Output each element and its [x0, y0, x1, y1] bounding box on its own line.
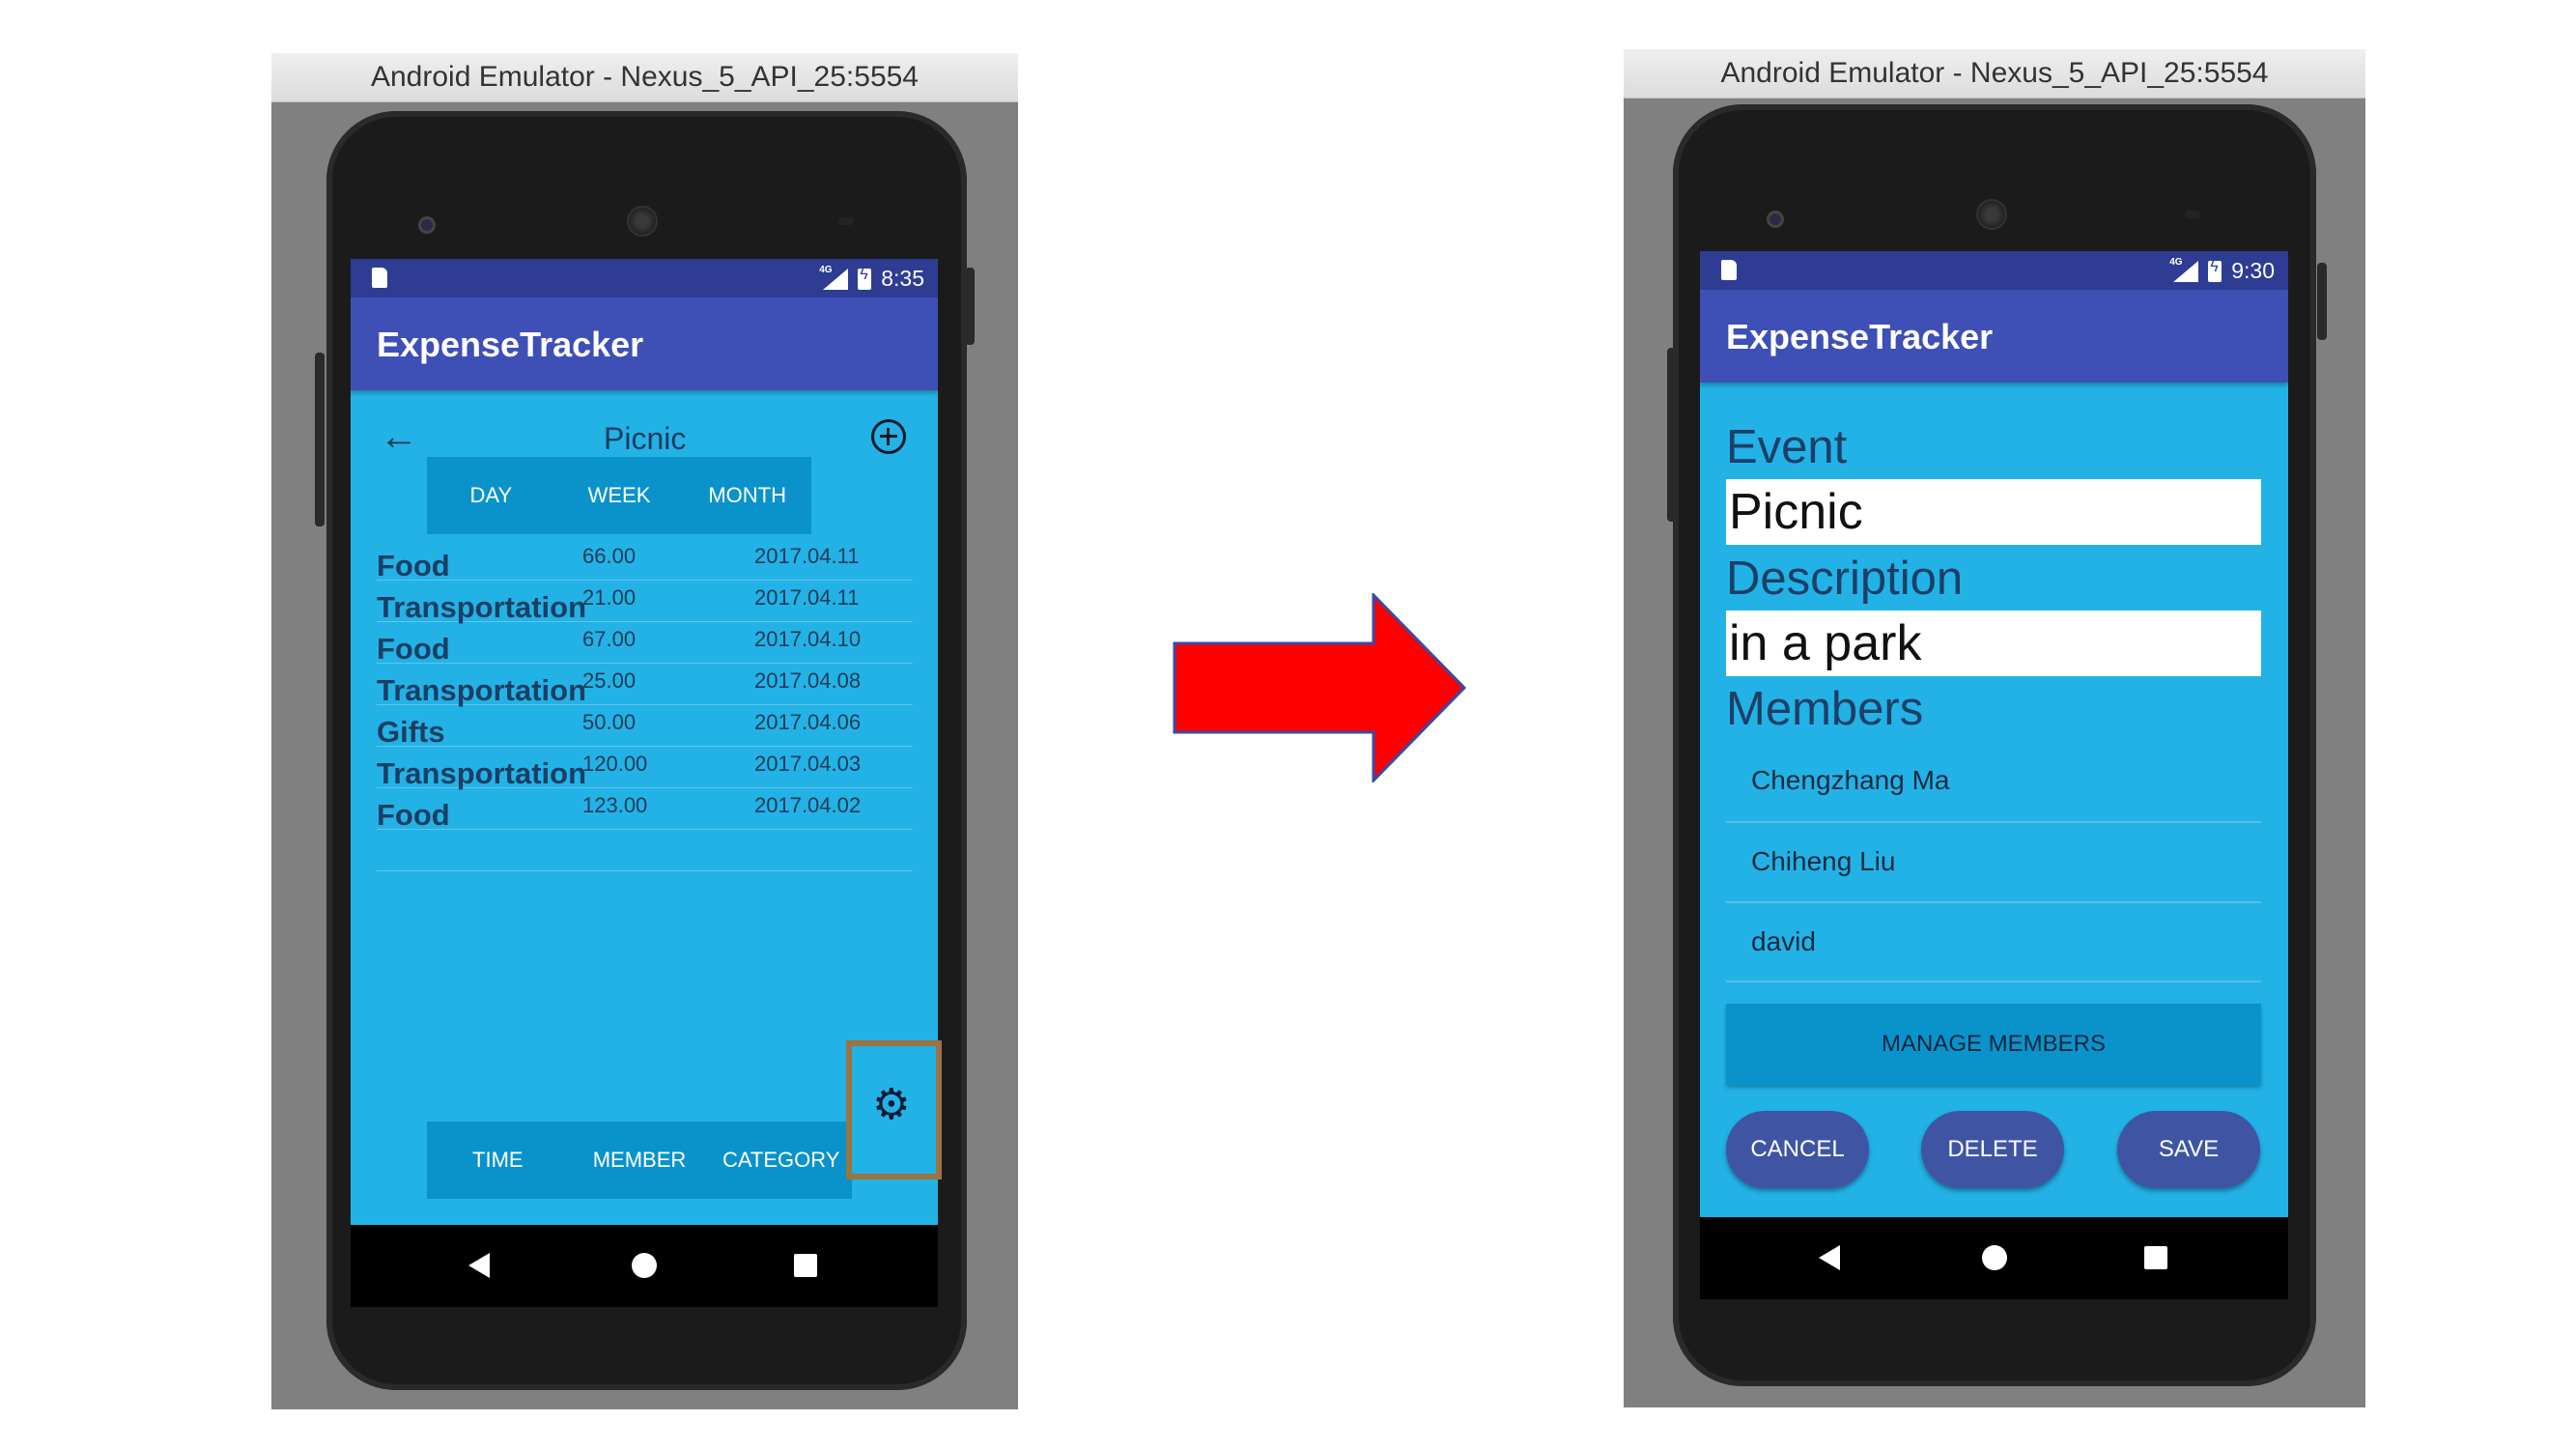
expense-category: Transportation [377, 756, 587, 790]
expense-list: Food 66.00 2017.04.11 Transportation 21.… [377, 539, 913, 877]
tab-week[interactable]: WEEK [555, 457, 684, 534]
manage-members-button[interactable]: MANAGE MEMBERS [1726, 1004, 2261, 1085]
members-label: Members [1726, 683, 1924, 735]
expense-category: Food [377, 798, 450, 832]
expense-row[interactable]: Food 123.00 2017.04.02 [377, 788, 913, 832]
network-type: 4G [2169, 256, 2183, 268]
navigation-bar [1700, 1217, 2288, 1299]
power-button [2317, 263, 2327, 340]
earpiece-speaker [1976, 199, 2007, 230]
gear-icon[interactable]: ⚙ [872, 1084, 910, 1126]
tab-category[interactable]: CATEGORY [710, 1122, 852, 1199]
expense-date: 2017.04.11 [754, 585, 860, 610]
battery-icon [2208, 259, 2222, 282]
right-emulator-window: Android Emulator - Nexus_5_API_25:5554 4… [1624, 49, 2365, 1407]
description-input[interactable]: in a park [1726, 611, 2261, 676]
plus-circle-icon[interactable] [871, 419, 906, 454]
expense-date: 2017.04.10 [754, 627, 862, 651]
cancel-button[interactable]: CANCEL [1726, 1111, 1869, 1188]
status-bar: 4G 8:35 [351, 259, 938, 298]
tab-time[interactable]: TIME [427, 1122, 569, 1199]
period-tabs: DAY WEEK MONTH [427, 457, 811, 534]
description-label: Description [1726, 553, 1964, 605]
bottom-tabs: TIME MEMBER CATEGORY [427, 1122, 852, 1199]
member-name: Chiheng Liu [1751, 846, 1896, 876]
tab-day[interactable]: DAY [427, 457, 555, 534]
expense-category: Gifts [377, 715, 445, 749]
expense-amount: 120.00 [582, 752, 648, 776]
app-bar: ExpenseTracker [1700, 290, 2288, 383]
member-item[interactable]: Chiheng Liu [1726, 823, 2261, 903]
emulator-titlebar: Android Emulator - Nexus_5_API_25:5554 [271, 53, 1018, 102]
phone-body: 4G 8:35 ExpenseTracker ← Picnic DAY WEEK… [326, 111, 967, 1390]
sd-card-icon [372, 268, 387, 288]
event-label: Event [1726, 421, 1848, 473]
expense-amount: 67.00 [582, 627, 637, 651]
status-time: 8:35 [881, 266, 924, 291]
expense-date: 2017.04.08 [754, 668, 862, 693]
expense-category: Food [377, 549, 450, 582]
tab-member[interactable]: MEMBER [569, 1122, 711, 1199]
proximity-sensor [838, 217, 854, 225]
network-type: 4G [819, 264, 833, 275]
expense-amount: 123.00 [582, 793, 648, 817]
save-button[interactable]: SAVE [2117, 1111, 2260, 1188]
phone-body: 4G 9:30 ExpenseTracker Event Picnic Desc… [1673, 104, 2316, 1386]
event-input[interactable]: Picnic [1726, 479, 2261, 545]
front-camera [418, 216, 436, 234]
app-title: ExpenseTracker [1726, 317, 1994, 356]
arrow-left-icon[interactable]: ← [380, 415, 418, 459]
expense-row[interactable]: Transportation 21.00 2017.04.11 [377, 581, 913, 624]
member-item[interactable]: david [1726, 903, 2261, 982]
expense-date: 2017.04.06 [754, 710, 862, 734]
event-title: Picnic [604, 421, 687, 456]
expense-date: 2017.04.02 [754, 793, 862, 817]
expense-amount: 66.00 [582, 544, 637, 568]
app-bar: ExpenseTracker [351, 298, 938, 390]
tab-month[interactable]: MONTH [683, 457, 811, 534]
expense-row[interactable]: Food 67.00 2017.04.10 [377, 622, 913, 666]
expense-amount: 25.00 [582, 668, 637, 693]
list-divider [377, 830, 913, 871]
status-bar: 4G 9:30 [1700, 251, 2288, 290]
expense-date: 2017.04.11 [754, 544, 860, 568]
nav-back-icon[interactable] [1819, 1245, 1840, 1270]
expense-date: 2017.04.03 [754, 752, 862, 776]
emulator-titlebar: Android Emulator - Nexus_5_API_25:5554 [1624, 49, 2365, 99]
signal-icon: 4G [819, 265, 849, 290]
expense-category: Transportation [377, 590, 587, 624]
nav-recents-icon[interactable] [2144, 1246, 2167, 1269]
signal-icon: 4G [2169, 257, 2199, 282]
expense-amount: 21.00 [582, 585, 637, 610]
member-item[interactable]: Chengzhang Ma [1726, 742, 2261, 823]
app-screen: 4G 9:30 ExpenseTracker Event Picnic Desc… [1700, 251, 2288, 1217]
nav-recents-icon[interactable] [794, 1254, 817, 1277]
app-title: ExpenseTracker [377, 325, 644, 364]
front-camera [1767, 211, 1784, 228]
member-name: david [1751, 926, 1816, 956]
expense-row[interactable]: Transportation 120.00 2017.04.03 [377, 747, 913, 790]
navigation-bar [351, 1225, 938, 1307]
delete-button[interactable]: DELETE [1921, 1111, 2064, 1188]
earpiece-speaker [627, 206, 658, 237]
sd-card-icon [1721, 260, 1737, 280]
nav-home-icon[interactable] [632, 1253, 657, 1278]
battery-icon [858, 267, 872, 290]
expense-amount: 50.00 [582, 710, 637, 734]
expense-row[interactable]: Food 66.00 2017.04.11 [377, 539, 913, 582]
expense-row[interactable]: Gifts 50.00 2017.04.06 [377, 705, 913, 749]
left-emulator-window: Android Emulator - Nexus_5_API_25:5554 4… [271, 53, 1018, 1409]
proximity-sensor [2185, 211, 2200, 218]
expense-category: Transportation [377, 673, 587, 707]
status-time: 9:30 [2231, 258, 2275, 283]
expense-category: Food [377, 632, 450, 666]
expense-row[interactable]: Transportation 25.00 2017.04.08 [377, 664, 913, 707]
transition-arrow-icon [1173, 593, 1467, 782]
nav-back-icon[interactable] [468, 1253, 490, 1278]
nav-home-icon[interactable] [1982, 1245, 2007, 1270]
member-name: Chengzhang Ma [1751, 765, 1950, 795]
volume-button [315, 353, 325, 526]
